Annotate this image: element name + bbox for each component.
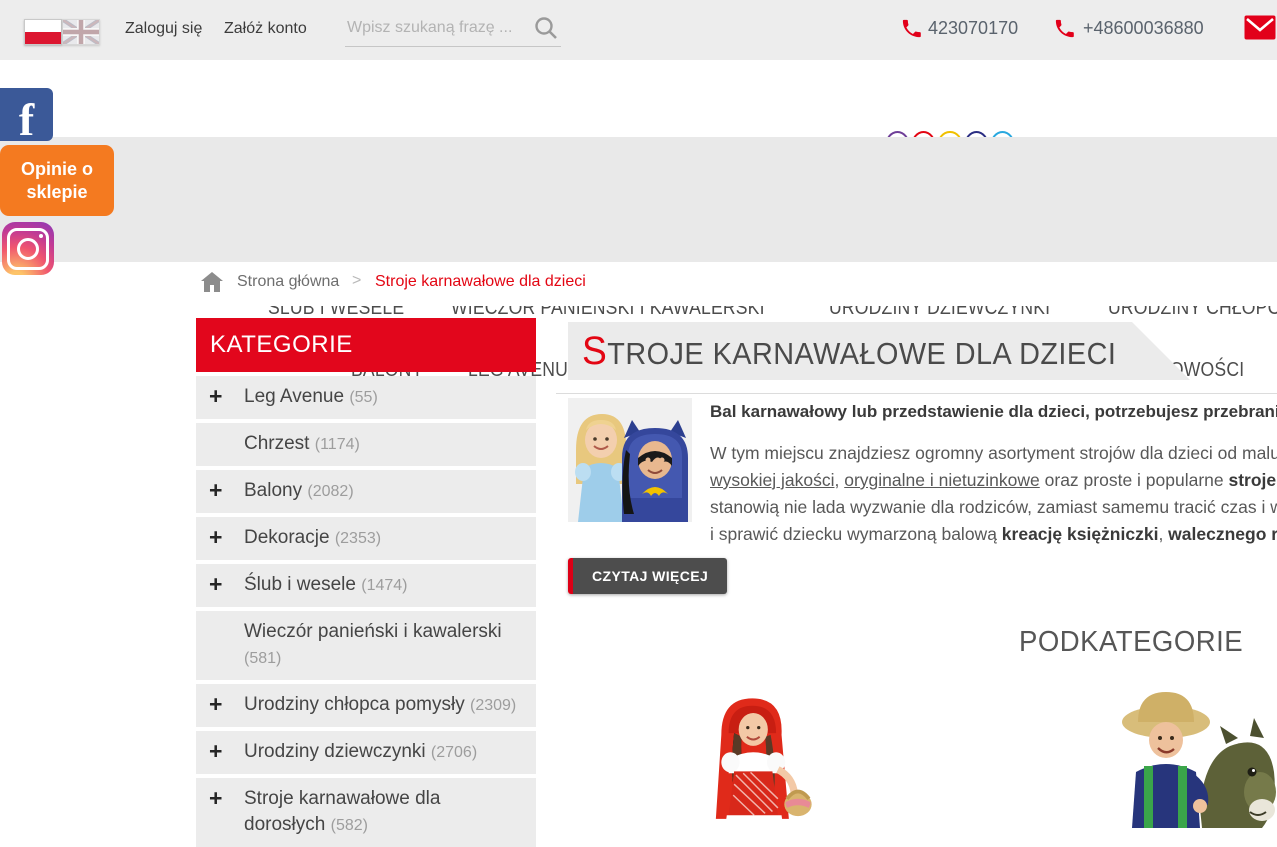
- shop-reviews-badge[interactable]: Opinie o sklepie: [0, 145, 114, 216]
- category-label: Leg Avenue: [244, 386, 344, 407]
- sidebar-item-slub-i-wesele[interactable]: + Ślub i wesele (1474): [196, 564, 536, 607]
- categories-sidebar: Kategorie + Leg Avenue (55) Chrzest (117…: [196, 318, 536, 847]
- intro-line: stanowią nie lada wyzwanie dla rodziców,…: [710, 494, 1277, 521]
- search-input[interactable]: [345, 12, 529, 44]
- category-count: (581): [244, 650, 281, 667]
- breadcrumb-chevron-icon: >: [352, 272, 361, 290]
- phone-icon: [1053, 17, 1076, 45]
- expand-plus-icon[interactable]: +: [209, 785, 222, 811]
- category-count: (55): [349, 389, 377, 406]
- main-navigation: ŚLUB I WESELE WIECZÓR PANIEŃSKI I KAWALE…: [0, 137, 1277, 262]
- intro-heading: Bal karnawałowy lub przedstawienie dla d…: [710, 402, 1277, 422]
- envelope-icon[interactable]: [1243, 14, 1277, 46]
- intro-line: wysokiej jakości, oryginalne i nietuzink…: [710, 467, 1277, 494]
- sidebar-item-stroje-dorosli[interactable]: + Stroje karnawałowe dla dorosłych (582): [196, 778, 536, 847]
- login-link[interactable]: Zaloguj się: [125, 20, 202, 38]
- underlined-link[interactable]: wysokiej jakości: [710, 470, 834, 490]
- expand-plus-icon[interactable]: +: [209, 691, 222, 717]
- facebook-icon[interactable]: f: [0, 88, 53, 141]
- intro-image-kids-costumes: [568, 398, 692, 522]
- search-box: [345, 12, 561, 47]
- category-count: (2706): [431, 744, 477, 761]
- category-count: (2309): [470, 697, 516, 714]
- categories-header: Kategorie: [196, 318, 536, 372]
- top-bar: Zaloguj się Załóż konto 423070170 +48600…: [0, 0, 1277, 60]
- category-label: Dekoracje: [244, 527, 330, 548]
- sidebar-item-leg-avenue[interactable]: + Leg Avenue (55): [196, 376, 536, 419]
- category-count: (582): [331, 817, 368, 834]
- section-divider: [556, 393, 1277, 394]
- read-more-button[interactable]: CZYTAJ WIĘCEJ: [568, 558, 727, 594]
- sidebar-item-urodziny-chlopca[interactable]: + Urodziny chłopca pomysły (2309): [196, 684, 536, 727]
- register-link[interactable]: Załóż konto: [224, 20, 307, 38]
- category-count: (2353): [335, 530, 381, 547]
- sidebar-item-dekoracje[interactable]: + Dekoracje (2353): [196, 517, 536, 560]
- home-icon[interactable]: [200, 271, 224, 298]
- subcategory-card-red-riding-hood[interactable]: [676, 682, 836, 833]
- page-title: Stroje karnawałowe dla dzieci: [582, 329, 1116, 374]
- search-icon[interactable]: [533, 15, 559, 46]
- page-title-banner: Stroje karnawałowe dla dzieci: [568, 322, 1190, 380]
- sidebar-item-balony[interactable]: + Balony (2082): [196, 470, 536, 513]
- phone-number-2[interactable]: +48600036880: [1083, 18, 1204, 39]
- category-label: Ślub i wesele: [244, 574, 356, 595]
- underlined-link[interactable]: oryginalne i nietuzinkowe: [844, 470, 1040, 490]
- breadcrumb: Strona główna > Stroje karnawałowe dla d…: [0, 262, 1277, 306]
- subcategories-title: PODKATEGORIE: [1019, 626, 1243, 659]
- header-logo-band: N A S Z E P A R T Y: [0, 60, 1277, 138]
- intro-text-block: Bal karnawałowy lub przedstawienie dla d…: [710, 400, 1277, 548]
- phone-icon: [900, 17, 923, 45]
- category-label: Balony: [244, 480, 302, 501]
- sidebar-item-urodziny-dziewczynki[interactable]: + Urodziny dziewczynki (2706): [196, 731, 536, 774]
- flag-uk-icon[interactable]: [62, 19, 100, 45]
- category-count: (2082): [307, 483, 353, 500]
- intro-line: i sprawić dziecku wymarzoną balową kreac…: [710, 521, 1277, 548]
- category-count: (1474): [361, 577, 407, 594]
- sidebar-item-wieczor-panienski[interactable]: Wieczór panieński i kawalerski (581): [196, 611, 536, 680]
- expand-plus-icon[interactable]: +: [209, 524, 222, 550]
- category-label: Wieczór panieński i kawalerski: [244, 621, 502, 642]
- category-label: Urodziny dziewczynki: [244, 741, 426, 762]
- phone-number-1[interactable]: 423070170: [928, 18, 1018, 39]
- intro-line: W tym miejscu znajdziesz ogromny asortym…: [710, 440, 1277, 467]
- category-count: (1174): [315, 436, 360, 453]
- category-label: Urodziny chłopca pomysły: [244, 694, 465, 715]
- sidebar-item-chrzest[interactable]: Chrzest (1174): [196, 423, 536, 466]
- category-label: Chrzest: [244, 433, 309, 454]
- breadcrumb-home-link[interactable]: Strona główna: [237, 273, 339, 291]
- breadcrumb-current: Stroje karnawałowe dla dzieci: [375, 273, 586, 291]
- expand-plus-icon[interactable]: +: [209, 571, 222, 597]
- expand-plus-icon[interactable]: +: [209, 477, 222, 503]
- expand-plus-icon[interactable]: +: [209, 738, 222, 764]
- instagram-icon[interactable]: [2, 222, 54, 275]
- expand-plus-icon[interactable]: +: [209, 383, 222, 409]
- subcategory-card-horse-rider[interactable]: [1092, 688, 1277, 833]
- flag-poland-icon[interactable]: [24, 19, 62, 45]
